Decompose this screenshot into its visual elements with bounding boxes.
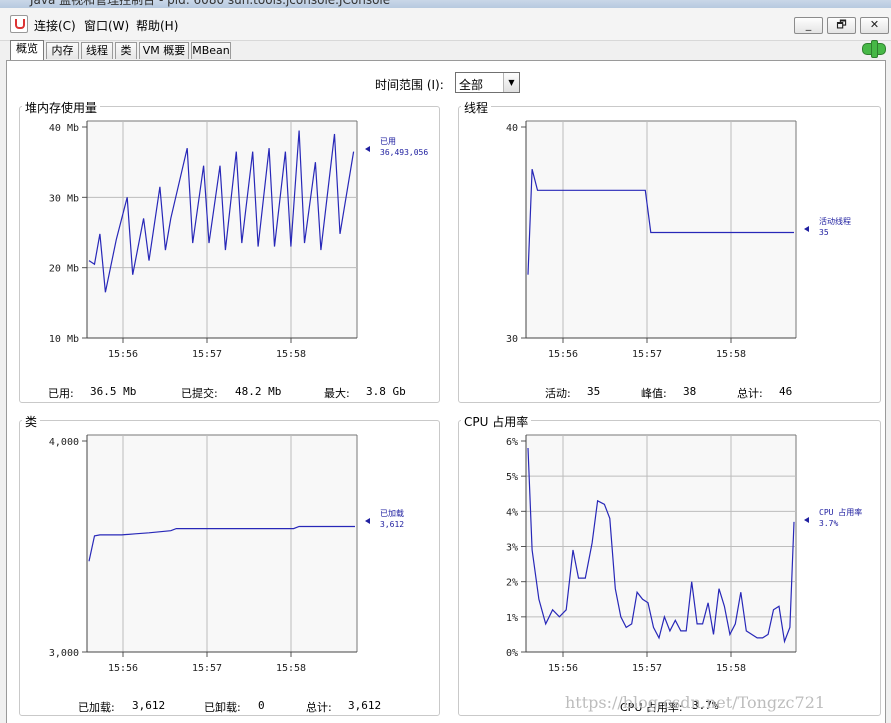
classes-plot-area (87, 435, 357, 652)
cpu-y-tick-label: 6% (506, 437, 518, 448)
tab-memory[interactable]: 内存 (46, 42, 79, 59)
classes-x-tick-label: 15:57 (192, 663, 222, 674)
threads-legend-value: 35 (819, 228, 829, 237)
threads-legend-name: 活动线程 (819, 216, 851, 226)
heap-y-tick-label: 30 Mb (49, 193, 79, 204)
threads-chart: 30 40 15:56 15:57 15:58 活动线程 35 (506, 120, 851, 360)
heap-used-label: 已用: (48, 387, 74, 400)
classes-total-label: 总计: (306, 701, 332, 714)
threads-x-tick-label: 15:57 (632, 349, 662, 360)
heap-y-tick-label: 10 Mb (49, 334, 79, 345)
heap-max-value: 3.8 Gb (366, 385, 406, 398)
cpu-usage-chart: 0% 1% 2% 3% 4% 5% 6% 15:56 15:57 15:58 CPU 占用率 3.… (506, 434, 862, 674)
classes-total-value: 3,612 (348, 699, 382, 712)
classes-legend-marker (365, 518, 370, 524)
heap-used-value: 36.5 Mb (90, 385, 137, 398)
heap-y-tick-label: 20 Mb (49, 264, 79, 275)
minimize-button[interactable]: _ (794, 17, 823, 34)
threads-legend-marker (804, 226, 809, 232)
cpu-x-tick-label: 15:57 (632, 663, 662, 674)
connected-plug-icon[interactable] (862, 40, 886, 58)
heap-max-label: 最大: (324, 387, 350, 400)
classes-y-tick-label: 4,000 (49, 437, 79, 448)
classes-loaded-label: 已加载: (78, 701, 115, 714)
heap-usage-chart: 10 Mb 20 Mb 30 Mb 40 Mb 15:56 15:57 15:58 已用 3… (49, 120, 428, 360)
cpu-y-tick-label: 2% (506, 578, 518, 589)
time-range-label: 时间范围 (I): (375, 78, 444, 92)
heap-legend-name: 已用 (380, 137, 396, 146)
heap-committed-label: 已提交: (181, 387, 218, 400)
threads-y-tick-label: 40 (506, 123, 518, 134)
classes-unloaded-label: 已卸载: (204, 701, 241, 714)
cpu-x-tick-label: 15:58 (716, 663, 746, 674)
cpu-x-tick-label: 15:56 (548, 663, 578, 674)
threads-plot-area (526, 121, 796, 338)
threads-live-label: 活动: (545, 387, 571, 400)
tab-vm-summary[interactable]: VM 概要 (139, 42, 189, 59)
threads-total-value: 46 (779, 385, 793, 398)
heap-legend-marker (365, 146, 370, 152)
heap-x-tick-label: 15:58 (276, 349, 306, 360)
heap-legend-value: 36,493,056 (380, 148, 428, 157)
window-title-bar: Java 监视和管理控制台 - pid: 6080 sun.tools.jcon… (0, 0, 891, 8)
tab-mbean[interactable]: MBean (191, 42, 231, 59)
tab-classes[interactable]: 类 (115, 42, 137, 59)
watermark-text: https://blog.csdn.net/Tongzc721 (565, 693, 826, 712)
cpu-legend-value: 3.7% (819, 519, 838, 528)
heap-x-tick-label: 15:56 (108, 349, 138, 360)
tab-threads[interactable]: 线程 (81, 42, 113, 59)
classes-loaded-value: 3,612 (132, 699, 166, 712)
classes-chart: 3,000 4,000 15:56 15:57 15:58 已加载 3,612 (49, 434, 404, 674)
cpu-legend-name: CPU 占用率 (819, 507, 862, 517)
classes-y-tick-label: 3,000 (49, 648, 79, 659)
threads-peak-value: 38 (683, 385, 697, 398)
threads-peak-label: 峰值: (641, 387, 667, 400)
cpu-y-tick-label: 3% (506, 543, 518, 554)
classes-legend-value: 3,612 (380, 520, 404, 529)
cpu-y-tick-label: 4% (506, 507, 518, 518)
menu-help[interactable]: 帮助(H) (136, 17, 178, 34)
time-range-value: 全部 (459, 78, 484, 92)
tab-overview[interactable]: 概览 (10, 40, 44, 60)
menu-connect[interactable]: 连接(C) (34, 17, 76, 34)
classes-x-tick-label: 15:56 (108, 663, 138, 674)
time-range-select[interactable]: 全部 ▼ (455, 72, 520, 93)
threads-y-tick-label: 30 (506, 334, 518, 345)
heap-plot-area (87, 121, 357, 338)
threads-x-tick-label: 15:56 (548, 349, 578, 360)
cpu-y-tick-label: 5% (506, 472, 518, 483)
window-title: Java 监视和管理控制台 - pid: 6080 sun.tools.jcon… (30, 0, 391, 7)
java-app-icon (10, 15, 28, 33)
cpu-y-tick-label: 0% (506, 648, 518, 659)
restore-button[interactable]: 🗗 (827, 17, 856, 34)
threads-live-value: 35 (587, 385, 601, 398)
classes-unloaded-value: 0 (258, 699, 265, 712)
cpu-y-tick-label: 1% (506, 613, 518, 624)
heap-committed-value: 48.2 Mb (235, 385, 282, 398)
threads-total-label: 总计: (737, 387, 763, 400)
menu-window[interactable]: 窗口(W) (84, 17, 129, 34)
close-button[interactable]: ✕ (860, 17, 889, 34)
cpu-legend-marker (804, 517, 809, 523)
classes-x-tick-label: 15:58 (276, 663, 306, 674)
menu-bar: 连接(C) 窗口(W) 帮助(H) _ 🗗 ✕ (0, 8, 891, 41)
classes-legend-name: 已加载 (380, 508, 404, 518)
heap-x-tick-label: 15:57 (192, 349, 222, 360)
tab-bar: 概览 内存 线程 类 VM 概要 MBean (0, 40, 891, 60)
heap-y-tick-label: 40 Mb (49, 123, 79, 134)
cpu-plot-area (526, 435, 796, 652)
threads-x-tick-label: 15:58 (716, 349, 746, 360)
chevron-down-icon: ▼ (503, 73, 519, 92)
